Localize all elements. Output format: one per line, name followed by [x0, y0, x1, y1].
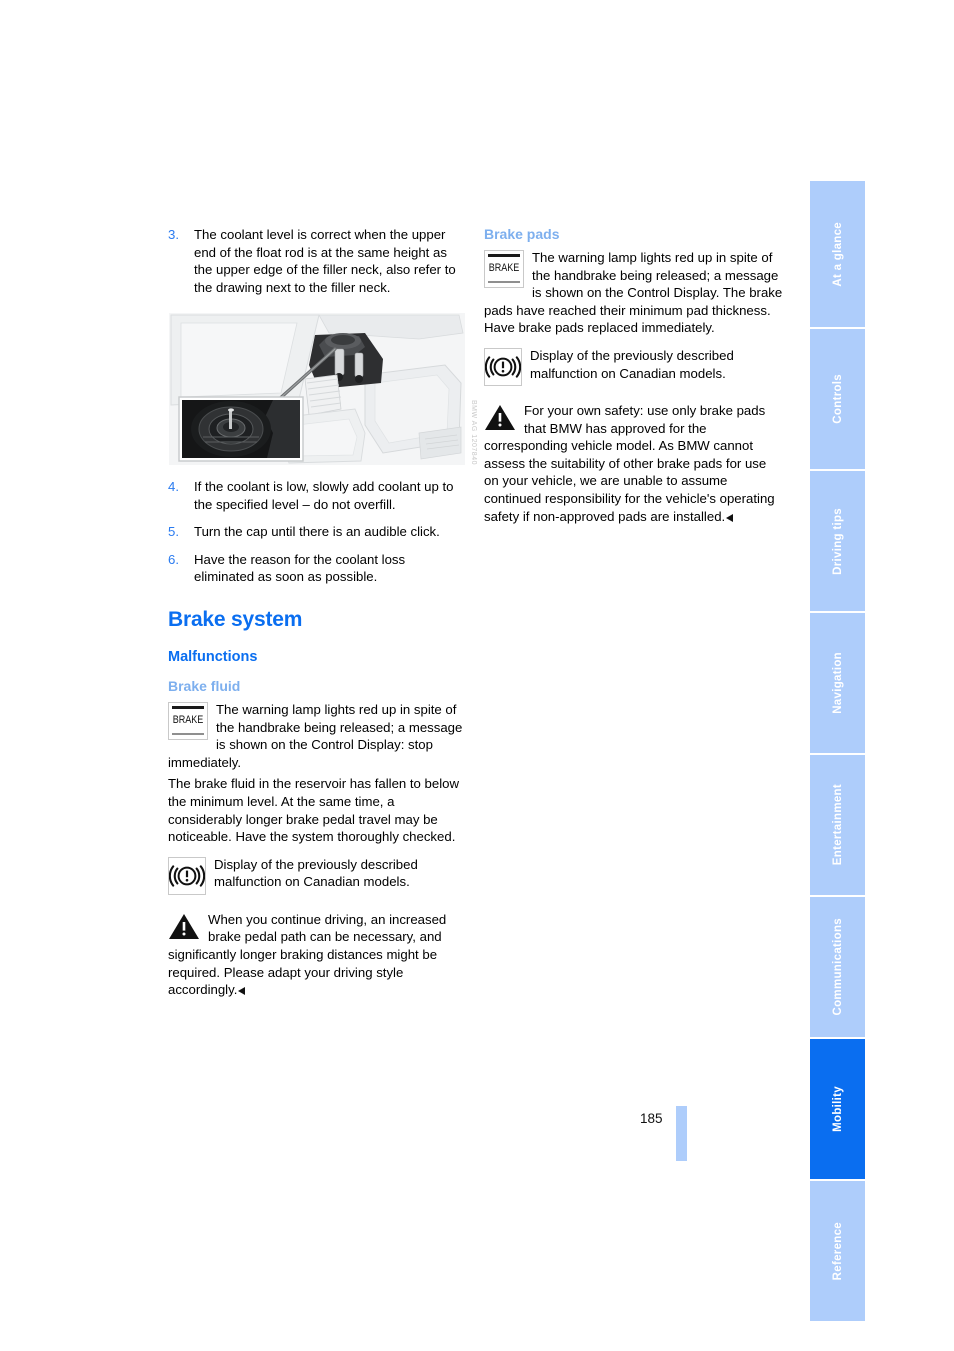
page-marker-bar	[676, 1106, 687, 1161]
list-item: 5. Turn the cap until there is an audibl…	[168, 523, 468, 541]
step-text: The coolant level is correct when the up…	[194, 227, 456, 295]
engine-bay-figure	[169, 313, 465, 465]
brake-warning-lamp-icon: BRAKE	[484, 250, 524, 288]
numbered-steps-top: 3. The coolant level is correct when the…	[168, 226, 468, 296]
tab-label: At a glance	[831, 221, 844, 287]
list-item: 6. Have the reason for the coolant loss …	[168, 551, 468, 586]
tab-communications[interactable]: Communications	[810, 895, 865, 1037]
tab-entertainment[interactable]: Entertainment	[810, 753, 865, 895]
warning-note-right: For your own safety: use only brake pads…	[484, 402, 784, 525]
section-heading-malfunctions: Malfunctions	[168, 648, 258, 665]
figure-credit: BMW AG 1207840	[470, 400, 477, 465]
tab-mobility[interactable]: Mobility	[810, 1037, 865, 1179]
subsection-heading-brake-fluid: Brake fluid	[168, 677, 241, 694]
brake-lamp-note-right: BRAKE The warning lamp lights red up in …	[484, 249, 784, 337]
step-number: 5.	[168, 524, 179, 540]
section-end-arrow-icon	[238, 987, 246, 996]
tab-label: Entertainment	[831, 784, 844, 866]
warning-text: When you continue driving, an increased …	[168, 911, 447, 998]
step-text: Turn the cap until there is an audible c…	[194, 524, 440, 540]
section-end-arrow-icon	[726, 513, 734, 522]
brake-icon-label: BRAKE	[488, 262, 520, 274]
canadian-note-text: Display of the previously described malf…	[214, 856, 418, 890]
tab-navigation[interactable]: Navigation	[810, 611, 865, 753]
tab-controls[interactable]: Controls	[810, 327, 865, 469]
canadian-note-left: Display of the previously described malf…	[168, 856, 468, 895]
tab-label: Mobility	[831, 1086, 844, 1132]
tab-reference[interactable]: Reference	[810, 1179, 865, 1321]
list-item: 3. The coolant level is correct when the…	[168, 226, 468, 296]
list-item: 4. If the coolant is low, slowly add coo…	[168, 478, 468, 513]
numbered-steps-bottom: 4. If the coolant is low, slowly add coo…	[168, 478, 468, 586]
brake-lamp-note-left: BRAKE The warning lamp lights red up in …	[168, 701, 468, 771]
step-number: 6.	[168, 551, 179, 567]
warning-note-left: When you continue driving, an increased …	[168, 911, 468, 999]
right-column: Brake pads BRAKE The warning lamp lights…	[484, 226, 784, 525]
canadian-note-text: Display of the previously described malf…	[530, 347, 734, 381]
page-number: 185	[640, 1111, 663, 1126]
engine-bay-illustration	[169, 313, 465, 465]
step-text: If the coolant is low, slowly add coolan…	[194, 479, 454, 512]
brake-warning-lamp-icon: BRAKE	[168, 701, 208, 740]
canadian-brake-warning-icon	[168, 856, 206, 895]
step-number: 3.	[168, 227, 179, 242]
canadian-note-right: Display of the previously described malf…	[484, 347, 784, 386]
page-title: Brake system	[168, 607, 303, 631]
brake-lamp-text: The warning lamp lights red up in spite …	[484, 250, 783, 336]
left-column: 3. The coolant level is correct when the…	[168, 226, 468, 296]
tab-driving-tips[interactable]: Driving tips	[810, 469, 865, 611]
brake-lamp-text: The warning lamp lights red up in spite …	[168, 701, 463, 770]
step-text: Have the reason for the coolant loss eli…	[194, 551, 406, 585]
tab-label: Controls	[831, 374, 844, 424]
brake-fluid-body: The brake fluid in the reservoir has fal…	[168, 776, 460, 845]
tab-at-a-glance[interactable]: At a glance	[810, 181, 865, 327]
tab-label: Reference	[831, 1221, 844, 1281]
tab-label: Navigation	[831, 652, 844, 714]
canadian-brake-warning-icon	[484, 347, 522, 386]
subsection-heading-brake-pads: Brake pads	[484, 226, 560, 242]
tab-label: Driving tips	[831, 507, 844, 575]
chapter-tab-rail: At a glance Controls Driving tips Naviga…	[810, 181, 865, 1321]
left-column-lower: 4. If the coolant is low, slowly add coo…	[168, 478, 468, 999]
warning-triangle-icon	[484, 403, 516, 431]
brake-icon-label: BRAKE	[172, 713, 204, 726]
step-number: 4.	[168, 479, 179, 494]
warning-triangle-icon	[168, 912, 200, 940]
manual-page: 3. The coolant level is correct when the…	[0, 0, 954, 1351]
tab-label: Communications	[831, 918, 844, 1016]
warning-text: For your own safety: use only brake pads…	[484, 402, 775, 524]
